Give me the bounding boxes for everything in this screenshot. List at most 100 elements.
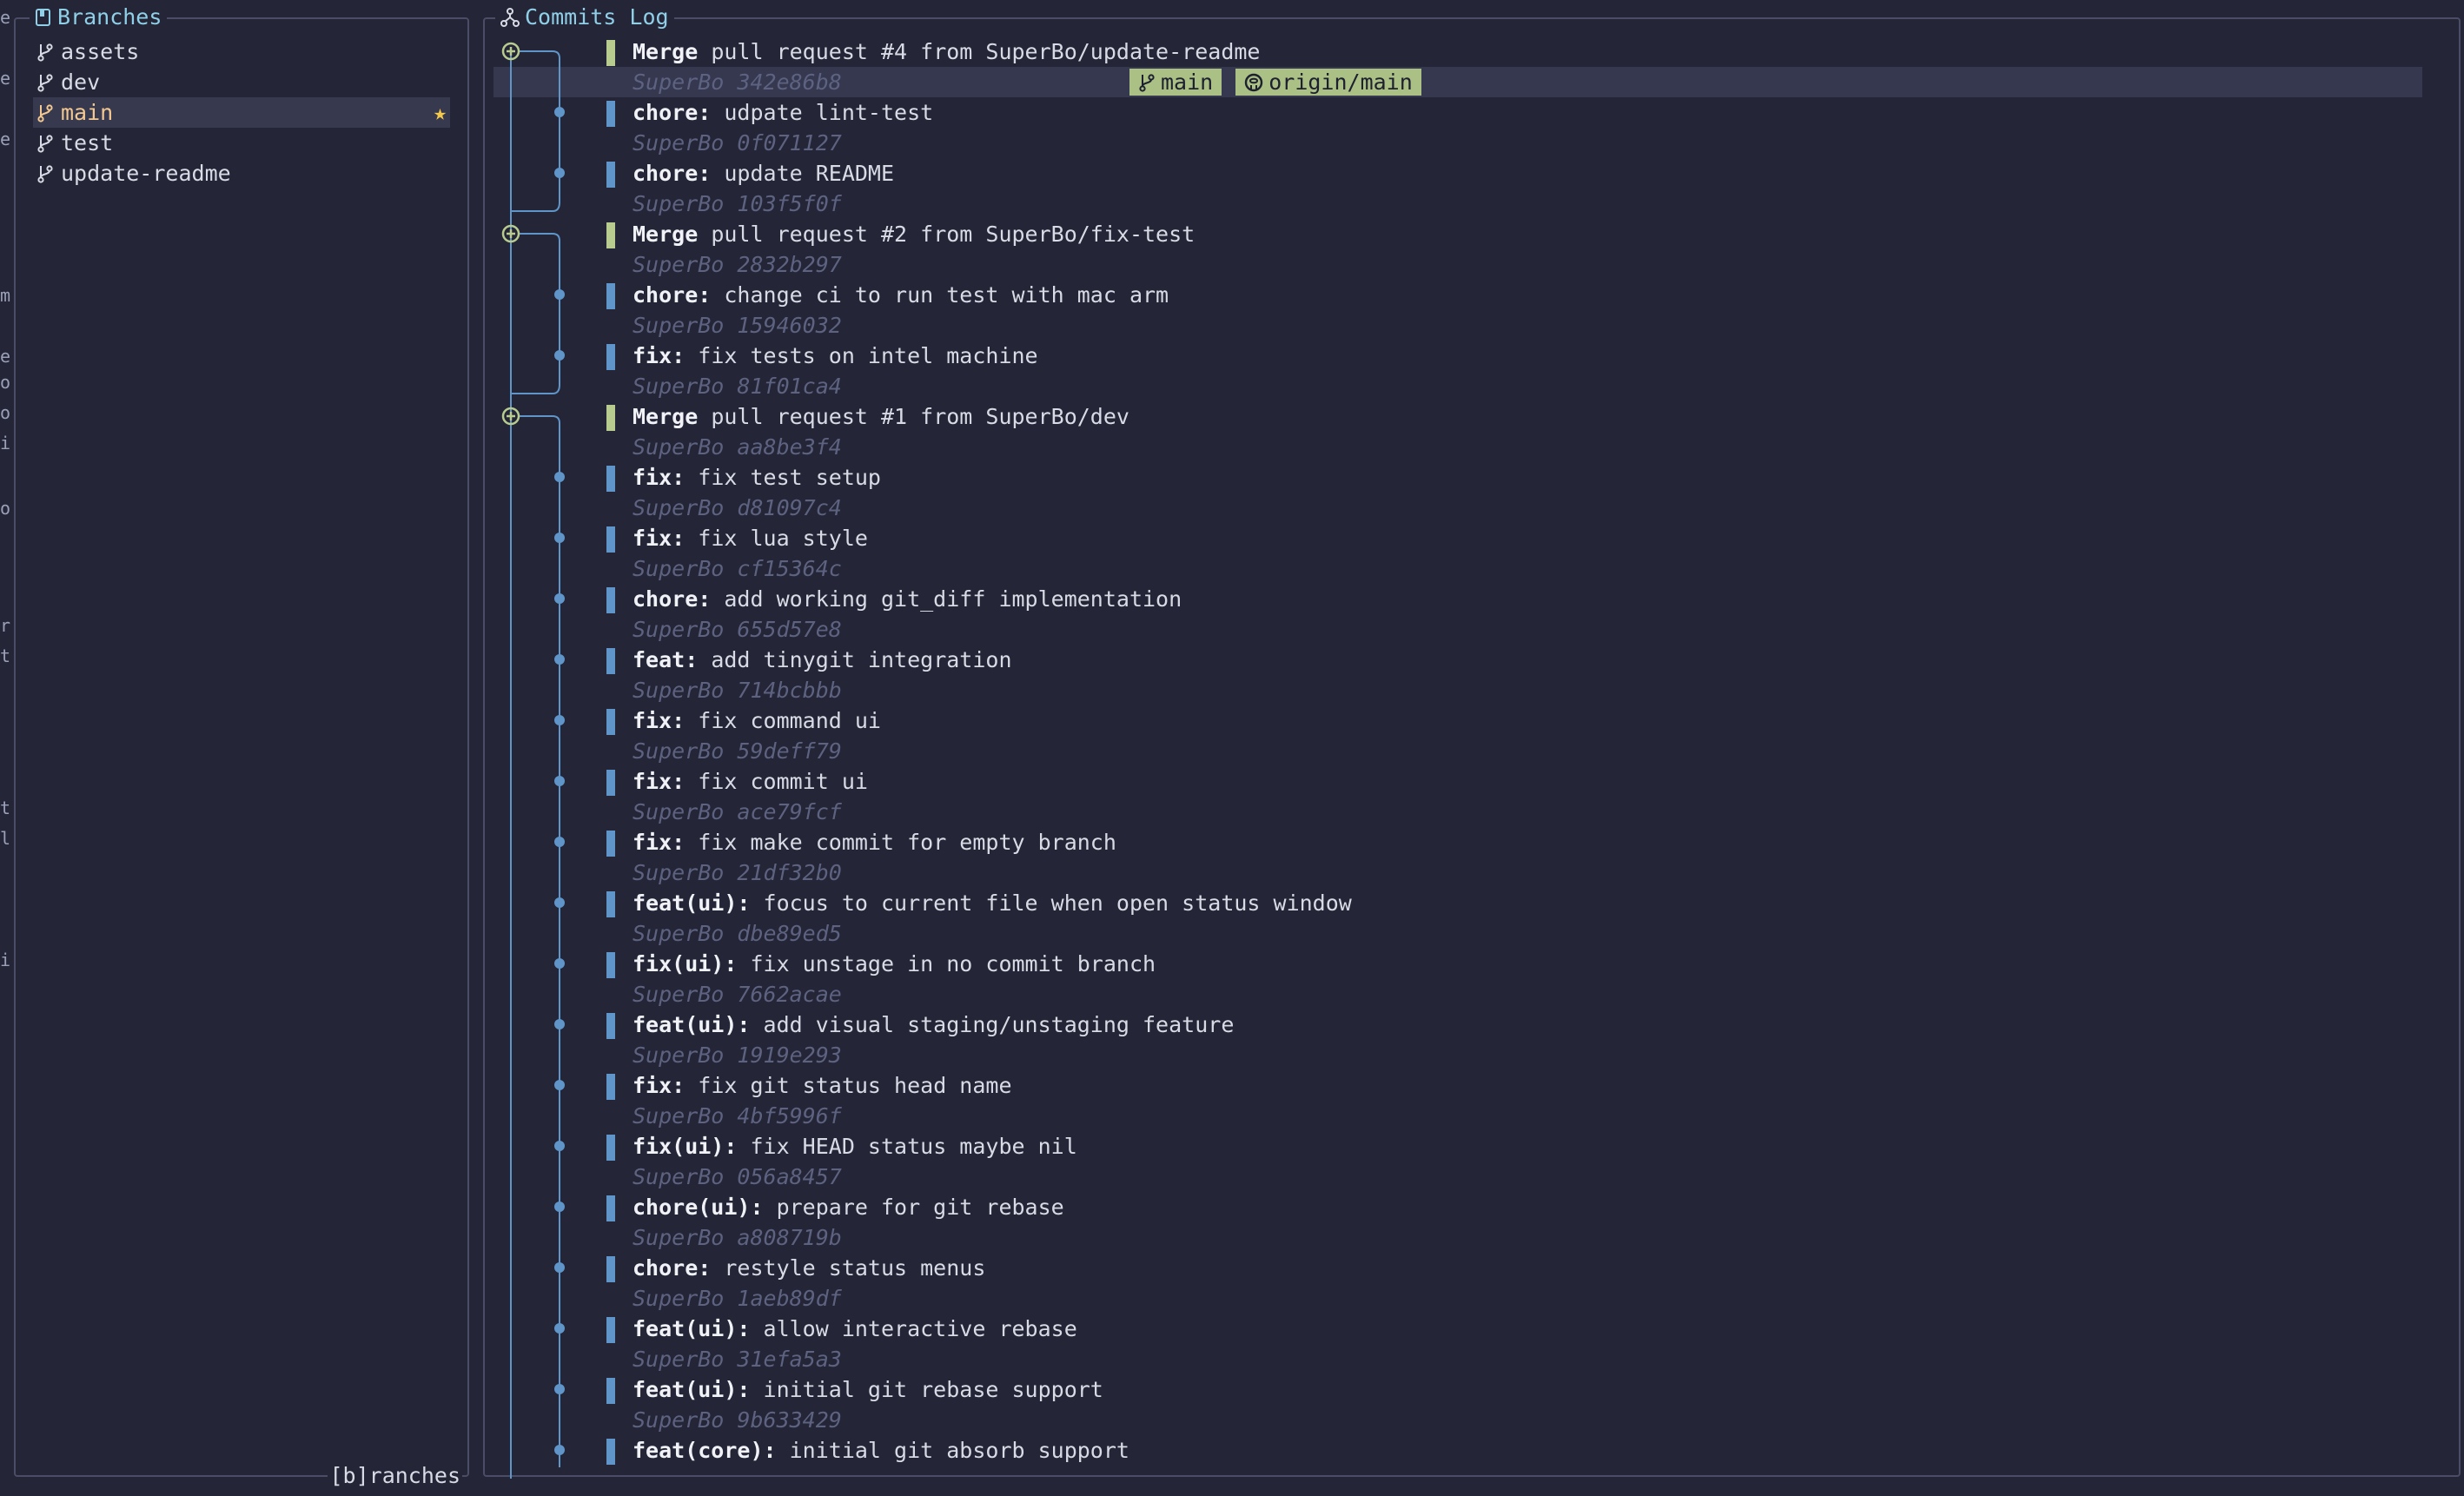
commit-entry[interactable]: Merge pull request #2 from SuperBo/fix-t… xyxy=(493,219,2454,280)
branch-item-dev[interactable]: dev xyxy=(33,67,450,97)
commit-hash: 81f01ca4 xyxy=(737,374,842,399)
commit-entry[interactable]: fix: fix tests on intel machine SuperBo 8… xyxy=(493,341,2454,401)
git-branch-edit-icon xyxy=(36,103,54,122)
commit-entry[interactable]: feat(core): initial git absorb support xyxy=(493,1435,2454,1496)
commit-entry[interactable]: feat(ui): add visual staging/unstaging f… xyxy=(493,1009,2454,1070)
commit-meta: SuperBo 342e86b8 xyxy=(633,67,842,97)
commit-node xyxy=(554,1019,565,1029)
commit-message: fix(ui): fix unstage in no commit branch xyxy=(633,949,1156,979)
commit-graph xyxy=(501,42,565,1479)
commit-entry[interactable]: fix: fix git status head name SuperBo 4bf… xyxy=(493,1070,2454,1131)
commit-marker-bar xyxy=(606,1378,615,1404)
commit-entry[interactable]: fix: fix make commit for empty branch Sup… xyxy=(493,827,2454,888)
commit-entry[interactable]: fix(ui): fix HEAD status maybe nil SuperB… xyxy=(493,1131,2454,1192)
commit-subject: initial git absorb support xyxy=(776,1438,1129,1463)
commit-entry[interactable]: chore: update README SuperBo 103f5f0f xyxy=(493,158,2454,219)
ref-label: origin/main xyxy=(1268,70,1413,95)
commit-marker-bar xyxy=(606,952,615,978)
ref-label: main xyxy=(1161,70,1214,95)
commit-author: SuperBo xyxy=(633,191,725,216)
commit-meta: SuperBo dbe89ed5 xyxy=(633,918,842,949)
commit-node xyxy=(554,1141,565,1151)
commit-author: SuperBo xyxy=(633,252,725,277)
branch-item-assets[interactable]: assets xyxy=(33,36,450,67)
commit-message: fix: fix lua style xyxy=(633,523,868,553)
commit-meta: SuperBo a808719b xyxy=(633,1222,842,1253)
edge-glyph: o xyxy=(0,402,11,423)
commit-type-prefix: feat(core): xyxy=(633,1438,777,1463)
commit-message: chore: update README xyxy=(633,158,894,189)
commit-hash: 655d57e8 xyxy=(737,617,842,642)
commit-type-prefix: fix: xyxy=(633,830,686,855)
edge-glyph: e xyxy=(0,68,11,89)
edge-glyph: t xyxy=(0,645,11,666)
commit-marker-bar xyxy=(606,891,615,917)
graph-branch-line xyxy=(511,233,560,394)
commit-entry[interactable]: feat(ui): focus to current file when ope… xyxy=(493,888,2454,949)
commit-meta: SuperBo 15946032 xyxy=(633,310,842,341)
commit-meta: SuperBo 21df32b0 xyxy=(633,857,842,888)
commit-hash: 056a8457 xyxy=(737,1164,842,1189)
ref-badge[interactable]: main xyxy=(1129,69,1222,96)
commit-node xyxy=(554,837,565,847)
commit-type-prefix: fix: xyxy=(633,465,686,490)
commit-meta: SuperBo 81f01ca4 xyxy=(633,371,842,401)
commit-message: feat(ui): add visual staging/unstaging f… xyxy=(633,1009,1234,1040)
commit-entry[interactable]: chore: restyle status menus SuperBo 1aeb8… xyxy=(493,1253,2454,1314)
commit-subject: fix test setup xyxy=(685,465,881,490)
edge-glyph: r xyxy=(0,615,11,636)
commit-entry[interactable]: feat(ui): allow interactive rebase SuperB… xyxy=(493,1314,2454,1374)
commit-marker-bar xyxy=(606,101,615,127)
commit-entry[interactable]: fix: fix test setup SuperBo d81097c4 xyxy=(493,462,2454,523)
branch-item-update-readme[interactable]: update-readme xyxy=(33,158,450,189)
commit-hash: 342e86b8 xyxy=(737,70,842,95)
commit-subject: update README xyxy=(711,161,895,186)
commit-entry[interactable]: feat(ui): initial git rebase support Supe… xyxy=(493,1374,2454,1435)
ref-badge[interactable]: origin/main xyxy=(1235,69,1421,96)
branch-item-main[interactable]: main ★ xyxy=(33,97,450,128)
commit-entry[interactable]: chore: change ci to run test with mac ar… xyxy=(493,280,2454,341)
commit-entry[interactable]: Merge pull request #1 from SuperBo/dev Su… xyxy=(493,401,2454,462)
commit-entry[interactable]: chore: udpate lint-test SuperBo 0f071127 xyxy=(493,97,2454,158)
commit-entry[interactable]: feat: add tinygit integration SuperBo 714… xyxy=(493,645,2454,705)
commit-type-prefix: feat(ui): xyxy=(633,890,751,916)
commit-type-prefix: fix(ui): xyxy=(633,951,738,976)
commit-message: Merge pull request #1 from SuperBo/dev xyxy=(633,401,1129,432)
merge-plus-mark xyxy=(507,412,515,420)
commit-author: SuperBo xyxy=(633,982,725,1007)
commit-type-prefix: fix: xyxy=(633,526,686,551)
commit-entry[interactable]: fix(ui): fix unstage in no commit branch… xyxy=(493,949,2454,1009)
commit-hash: 31efa5a3 xyxy=(737,1347,842,1372)
commit-meta: SuperBo 655d57e8 xyxy=(633,614,842,645)
commit-node xyxy=(554,776,565,786)
git-branch-icon xyxy=(1138,73,1156,92)
git-branch-icon xyxy=(36,43,54,62)
commit-subject: fix make commit for empty branch xyxy=(685,830,1116,855)
commit-message: fix: fix test setup xyxy=(633,462,881,493)
star-icon: ★ xyxy=(433,100,447,125)
commit-type-prefix: fix: xyxy=(633,708,686,733)
edge-glyph: i xyxy=(0,433,11,453)
commit-subject: pull request #1 from SuperBo/dev xyxy=(698,404,1129,429)
edge-glyph: m xyxy=(0,285,11,306)
graph-branch-line xyxy=(520,415,560,1467)
commit-entry[interactable]: chore(ui): prepare for git rebase SuperBo… xyxy=(493,1192,2454,1253)
commit-author: SuperBo xyxy=(633,1103,725,1129)
commit-entry[interactable]: fix: fix lua style SuperBo cf15364c xyxy=(493,523,2454,584)
commit-hash: a808719b xyxy=(737,1225,842,1250)
commit-entry[interactable]: Merge pull request #4 from SuperBo/updat… xyxy=(493,36,2454,97)
commit-type-prefix: feat: xyxy=(633,647,699,672)
commit-marker-bar xyxy=(606,222,615,248)
commit-entry[interactable]: fix: fix commit ui SuperBo ace79fcf xyxy=(493,766,2454,827)
edge-glyph: e xyxy=(0,129,11,149)
commit-node xyxy=(554,289,565,300)
commit-node xyxy=(554,350,565,361)
commit-entry[interactable]: chore: add working git_diff implementati… xyxy=(493,584,2454,645)
commit-message: fix(ui): fix HEAD status maybe nil xyxy=(633,1131,1077,1162)
commit-hash: 59deff79 xyxy=(737,738,842,764)
commit-message: chore: udpate lint-test xyxy=(633,97,933,128)
branch-item-test[interactable]: test xyxy=(33,128,450,158)
commit-type-prefix: feat(ui): xyxy=(633,1316,751,1341)
branch-label: main xyxy=(61,100,114,125)
commit-entry[interactable]: fix: fix command ui SuperBo 59deff79 xyxy=(493,705,2454,766)
